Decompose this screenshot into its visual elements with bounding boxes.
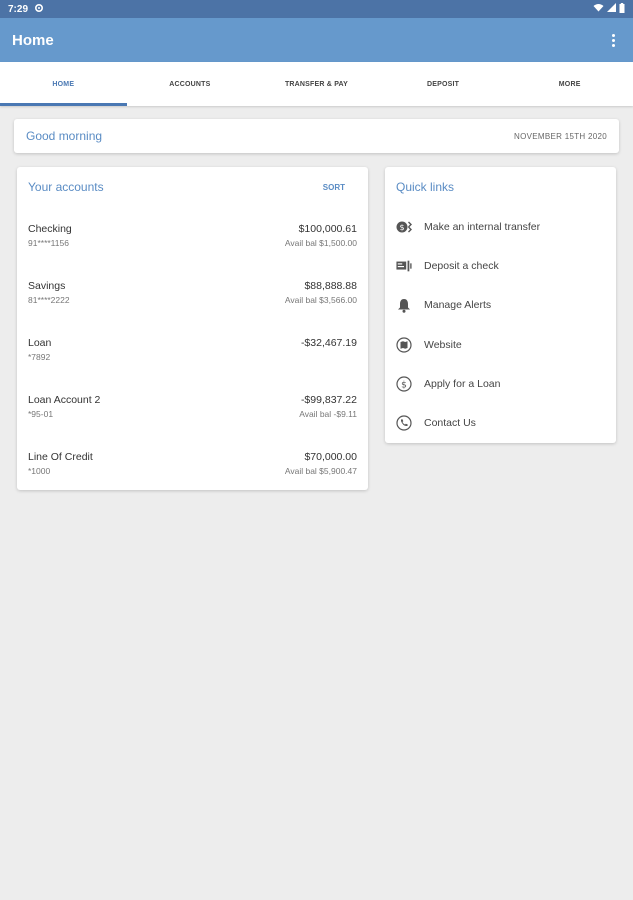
account-name: Checking (28, 223, 72, 235)
quick-link-label: Contact Us (424, 417, 476, 430)
account-balance: $88,888.88 (304, 280, 357, 292)
overflow-menu-icon[interactable] (605, 32, 621, 48)
account-balance: $100,000.61 (298, 223, 357, 235)
tab-transfer-pay[interactable]: TRANSFER & PAY (253, 62, 380, 106)
settings-gear-icon (34, 3, 44, 16)
account-name: Savings (28, 280, 66, 292)
account-available-balance: Avail bal -$9.11 (299, 409, 357, 419)
svg-text:$: $ (399, 223, 404, 232)
svg-text:$: $ (401, 380, 407, 390)
quick-link-internal-transfer[interactable]: $ Make an internal transfer (396, 207, 605, 246)
account-row[interactable]: Loan *7892 -$32,467.19 (28, 321, 357, 378)
account-name: Line Of Credit (28, 451, 93, 463)
tab-deposit[interactable]: DEPOSIT (380, 62, 507, 106)
dollar-icon: $ (396, 376, 412, 392)
accounts-card: Your accounts SORT Checking 91****1156 $… (17, 167, 368, 490)
tab-bar: HOME ACCOUNTS TRANSFER & PAY DEPOSIT MOR… (0, 62, 633, 106)
quick-links-card: Quick links $ Make an internal transfer … (385, 167, 616, 443)
battery-icon (619, 2, 625, 16)
quick-link-label: Deposit a check (424, 259, 499, 272)
account-name: Loan Account 2 (28, 394, 101, 406)
account-number: *1000 (28, 466, 51, 476)
accounts-header: Your accounts SORT (28, 167, 357, 207)
quick-links-heading: Quick links (396, 180, 455, 194)
tab-more[interactable]: MORE (506, 62, 633, 106)
quick-link-deposit-check[interactable]: Deposit a check (396, 246, 605, 285)
greeting-card: Good morning NOVEMBER 15TH 2020 (14, 119, 619, 153)
status-time: 7:29 (8, 3, 29, 15)
greeting-text: Good morning (26, 129, 103, 143)
app-bar: Home (0, 18, 633, 62)
quick-link-label: Website (424, 338, 462, 351)
transfer-icon: $ (396, 219, 412, 235)
account-row[interactable]: Checking 91****1156 $100,000.61 Avail ba… (28, 207, 357, 264)
account-number: *95-01 (28, 409, 54, 419)
accounts-heading: Your accounts (28, 180, 104, 194)
status-bar: 7:29 (0, 0, 633, 18)
quick-links-header: Quick links (396, 167, 605, 207)
account-number: *7892 (28, 352, 51, 362)
quick-link-label: Apply for a Loan (424, 377, 501, 390)
page-title: Home (12, 31, 54, 49)
account-number: 91****1156 (28, 238, 69, 248)
quick-link-label: Manage Alerts (424, 299, 492, 312)
account-available-balance: Avail bal $3,566.00 (284, 295, 357, 305)
account-balance: -$32,467.19 (300, 337, 357, 349)
account-row[interactable]: Loan Account 2 *95-01 -$99,837.22 Avail … (28, 378, 357, 435)
wifi-icon (593, 3, 604, 15)
tab-home[interactable]: HOME (0, 62, 127, 106)
account-row[interactable]: Line Of Credit *1000 $70,000.00 Avail ba… (28, 435, 357, 492)
tab-accounts[interactable]: ACCOUNTS (127, 62, 254, 106)
account-available-balance: Avail bal $5,900.47 (284, 466, 357, 476)
map-icon (396, 336, 412, 353)
check-deposit-icon (396, 258, 412, 274)
account-number: 81****2222 (28, 295, 70, 305)
quick-link-apply-loan[interactable]: $ Apply for a Loan (396, 364, 605, 403)
account-name: Loan (28, 337, 52, 349)
sort-button[interactable]: SORT (323, 183, 345, 192)
quick-link-manage-alerts[interactable]: Manage Alerts (396, 286, 605, 325)
phone-icon (396, 415, 412, 431)
quick-link-website[interactable]: Website (396, 325, 605, 364)
account-balance: -$99,837.22 (300, 394, 357, 406)
greeting-date: NOVEMBER 15TH 2020 (514, 131, 607, 141)
bell-icon (396, 297, 412, 313)
quick-link-contact-us[interactable]: Contact Us (396, 403, 605, 442)
account-row[interactable]: Savings 81****2222 $88,888.88 Avail bal … (28, 264, 357, 321)
quick-link-label: Make an internal transfer (424, 220, 541, 233)
signal-icon (607, 3, 616, 15)
account-balance: $70,000.00 (304, 451, 357, 463)
account-available-balance: Avail bal $1,500.00 (284, 238, 357, 248)
